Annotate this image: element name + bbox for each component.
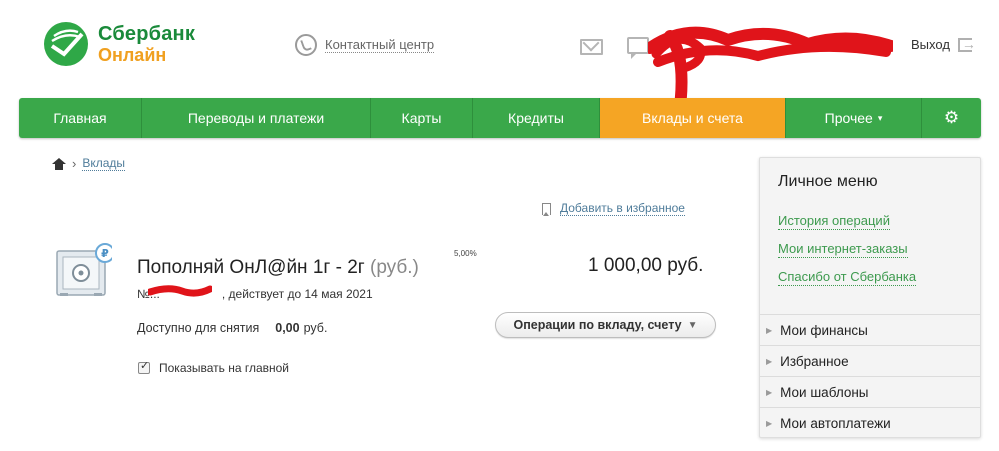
- breadcrumb-deposits-link[interactable]: Вклады: [82, 156, 126, 171]
- logo-mark-icon: [44, 22, 88, 66]
- logo-subtitle: Онлайн: [98, 45, 167, 65]
- available-unit: руб.: [303, 321, 328, 335]
- logout-icon: [957, 36, 976, 52]
- operations-label: Операции по вкладу, счету: [513, 318, 682, 332]
- chat-icon[interactable]: [627, 37, 649, 59]
- contact-center-link[interactable]: Контактный центр: [295, 34, 435, 56]
- deposit-rate: 5,00%: [454, 249, 477, 258]
- operations-history-link[interactable]: История операций: [778, 213, 890, 230]
- side-section-favorites[interactable]: ▶ Избранное: [760, 345, 980, 376]
- personal-menu: Личное меню История операций Мои интерне…: [759, 157, 981, 438]
- show-on-main-checkbox[interactable]: [138, 359, 150, 374]
- deposit-currency: (руб.): [370, 257, 419, 278]
- sberbank-logo[interactable]: Сбербанк Онлайн: [44, 20, 204, 68]
- personal-menu-sections: ▶ Мои финансы ▶ Избранное ▶ Мои шаблоны ▶ Мо…: [760, 314, 980, 438]
- deposit-valid-until: , действует до 14 мая 2021: [221, 287, 373, 301]
- svg-text:₽: ₽: [101, 247, 109, 260]
- nav-item-label: Главная: [53, 110, 107, 126]
- nav-item-credits[interactable]: Кредиты: [473, 98, 600, 138]
- show-on-main-label: Показывать на главной: [159, 361, 290, 375]
- chevron-right-icon: ▶: [766, 418, 773, 428]
- available-label: Доступно для снятия: [137, 321, 260, 335]
- side-section-label: Избранное: [780, 353, 849, 369]
- deposit-balance: 1 000,00 руб.: [588, 255, 704, 276]
- side-section-label: Мои шаблоны: [780, 384, 869, 400]
- deposit-operations-button[interactable]: Операции по вкладу, счету ▼: [495, 312, 716, 338]
- bookmark-icon: [542, 202, 551, 216]
- breadcrumb: › Вклады: [52, 156, 126, 171]
- side-section-finances[interactable]: ▶ Мои финансы: [760, 314, 980, 345]
- logout-label: Выход: [911, 37, 950, 52]
- safe-icon: ₽: [56, 243, 112, 296]
- add-to-favorites-link[interactable]: Добавить в избранное: [542, 201, 685, 216]
- side-section-templates[interactable]: ▶ Мои шаблоны: [760, 376, 980, 407]
- deposit-title[interactable]: Пополняй ОнЛ@йн 1г - 2г (руб.): [137, 257, 419, 279]
- add-to-favorites-label: Добавить в избранное: [560, 201, 685, 216]
- chevron-down-icon: ▾: [877, 112, 883, 123]
- deposit-name: Пополняй ОнЛ@йн 1г - 2г: [137, 257, 365, 278]
- deposit-number-prefix: №...: [137, 287, 160, 301]
- nav-item-label: Переводы и платежи: [187, 110, 325, 126]
- logo-title: Сбербанк: [98, 23, 196, 45]
- chevron-right-icon: ▶: [766, 356, 773, 366]
- nav-item-label: Кредиты: [508, 110, 564, 126]
- chevron-right-icon: ▶: [766, 387, 773, 397]
- available-balance: Доступно для снятия 0,00 руб.: [137, 321, 327, 335]
- side-section-label: Мои автоплатежи: [780, 415, 891, 431]
- nav-item-label: Карты: [401, 110, 442, 126]
- gear-icon: ⚙: [943, 108, 960, 127]
- side-section-label: Мои финансы: [780, 322, 868, 338]
- nav-item-main[interactable]: Главная: [19, 98, 142, 138]
- nav-item-settings[interactable]: ⚙: [922, 98, 981, 138]
- home-icon[interactable]: [52, 157, 66, 170]
- logout-button[interactable]: Выход: [911, 36, 976, 53]
- nav-item-other[interactable]: Прочее ▾: [786, 98, 922, 138]
- mail-icon[interactable]: [580, 39, 603, 55]
- available-value: 0,00: [275, 321, 300, 335]
- nav-item-label: Прочее: [824, 110, 873, 126]
- side-section-autopayments[interactable]: ▶ Мои автоплатежи: [760, 407, 980, 438]
- chevron-right-icon: ›: [72, 156, 77, 171]
- show-on-main-option[interactable]: Показывать на главной: [138, 359, 290, 375]
- nav-item-deposits[interactable]: Вклады и счета: [600, 98, 786, 138]
- internet-orders-link[interactable]: Мои интернет-заказы: [778, 241, 908, 258]
- nav-item-label: Вклады и счета: [642, 110, 743, 126]
- main-navigation: Главная Переводы и платежи Карты Кредиты…: [19, 98, 981, 138]
- phone-icon: [295, 34, 317, 56]
- nav-item-transfers[interactable]: Переводы и платежи: [142, 98, 371, 138]
- contact-center-label: Контактный центр: [325, 37, 435, 53]
- personal-menu-title: Личное меню: [778, 173, 878, 190]
- spasibo-link[interactable]: Спасибо от Сбербанка: [778, 269, 917, 286]
- chevron-down-icon: ▼: [687, 319, 698, 331]
- chevron-right-icon: ▶: [766, 325, 773, 335]
- deposit-number: №... , действует до 14 мая 2021: [137, 287, 373, 301]
- nav-item-cards[interactable]: Карты: [371, 98, 473, 138]
